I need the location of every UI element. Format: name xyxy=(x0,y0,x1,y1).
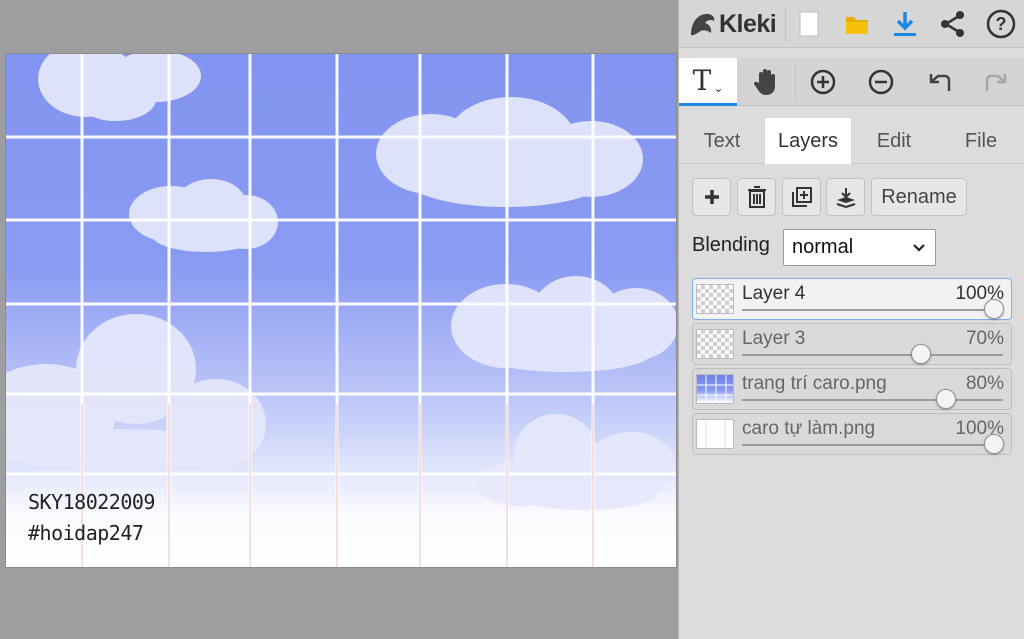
layer-name: Layer 4 xyxy=(742,283,806,304)
help-icon[interactable]: ? xyxy=(981,4,1021,44)
layer-name: trang trí caro.png xyxy=(742,373,887,394)
open-folder-icon[interactable] xyxy=(837,4,877,44)
opacity-slider-track[interactable] xyxy=(742,309,1003,311)
layer-thumbnail xyxy=(696,284,734,314)
redo-button[interactable] xyxy=(973,58,1021,106)
rename-label: Rename xyxy=(881,185,957,208)
blending-value: normal xyxy=(792,236,854,258)
chevron-down-icon[interactable]: ⌄ xyxy=(713,81,723,95)
layer-thumbnail xyxy=(696,419,734,449)
side-panel: Kleki ? T ⌄ Text Layers Edit File Rename… xyxy=(678,0,1024,639)
plus-icon xyxy=(704,190,719,204)
undo-icon xyxy=(929,74,951,91)
undo-button[interactable] xyxy=(915,58,963,106)
app-name: Kleki xyxy=(719,9,777,38)
drawing-canvas[interactable]: SKY18022009 #hoidap247 xyxy=(6,54,676,567)
share-icon[interactable] xyxy=(933,4,973,44)
opacity-slider-track[interactable] xyxy=(742,444,1003,446)
zoom-in-button[interactable] xyxy=(799,58,847,106)
toolbar: T ⌄ xyxy=(679,58,1024,106)
tab-text[interactable]: Text xyxy=(679,118,765,164)
opacity-slider-handle[interactable] xyxy=(984,434,1004,454)
trash-icon xyxy=(747,186,766,208)
text-tool-icon: T xyxy=(692,64,712,97)
duplicate-icon xyxy=(791,187,812,207)
top-bar: Kleki ? xyxy=(679,0,1024,48)
tab-file[interactable]: File xyxy=(937,118,1024,164)
opacity-slider-track[interactable] xyxy=(742,354,1003,356)
kleki-logo-icon xyxy=(691,13,715,36)
layer-opacity: 80% xyxy=(965,373,1004,394)
new-file-icon[interactable] xyxy=(789,4,829,44)
tab-edit[interactable]: Edit xyxy=(851,118,937,164)
merge-down-icon xyxy=(836,188,855,208)
canvas-area[interactable]: SKY18022009 #hoidap247 xyxy=(0,0,678,639)
layer-thumbnail xyxy=(696,374,734,404)
zoom-out-button[interactable] xyxy=(857,58,905,106)
add-layer-button[interactable] xyxy=(692,178,731,216)
duplicate-layer-button[interactable] xyxy=(782,178,821,216)
signature-line-2: #hoidap247 xyxy=(28,521,144,545)
chevron-down-icon xyxy=(913,244,925,252)
opacity-slider-handle[interactable] xyxy=(936,389,956,409)
layer-name: caro tự làm.png xyxy=(742,418,876,439)
layer-opacity: 70% xyxy=(965,328,1004,349)
divider xyxy=(795,64,796,100)
svg-text:?: ? xyxy=(996,14,1007,34)
layer-item-layer-3[interactable]: Layer 3 70% xyxy=(692,323,1012,365)
blending-label: Blending xyxy=(692,234,770,256)
opacity-slider-handle[interactable] xyxy=(984,299,1004,319)
opacity-slider-track[interactable] xyxy=(742,399,1003,401)
layer-item-trang-tri-caro[interactable]: trang trí caro.png 80% xyxy=(692,368,1012,410)
tab-layers[interactable]: Layers xyxy=(765,118,851,164)
text-tool-button[interactable]: T ⌄ xyxy=(679,58,737,106)
layer-item-layer-4[interactable]: Layer 4 100% xyxy=(692,278,1012,320)
download-icon[interactable] xyxy=(885,4,925,44)
cloud-4 xyxy=(451,276,676,372)
hand-icon xyxy=(753,69,775,95)
panel-tabs: Text Layers Edit File xyxy=(679,116,1024,164)
delete-layer-button[interactable] xyxy=(737,178,776,216)
divider xyxy=(785,6,786,42)
blending-select[interactable]: normal xyxy=(783,229,936,266)
redo-icon xyxy=(985,74,1007,91)
opacity-slider-handle[interactable] xyxy=(911,344,931,364)
layer-name: Layer 3 xyxy=(742,328,806,349)
zoom-in-icon xyxy=(810,69,836,95)
merge-down-button[interactable] xyxy=(826,178,865,216)
zoom-out-icon xyxy=(868,69,894,95)
hand-tool-button[interactable] xyxy=(741,58,791,106)
kleki-logo[interactable]: Kleki xyxy=(687,6,777,42)
layer-thumbnail xyxy=(696,329,734,359)
rename-layer-button[interactable]: Rename xyxy=(871,178,967,216)
layer-item-caro-tu-lam[interactable]: caro tự làm.png 100% xyxy=(692,413,1012,455)
signature-line-1: SKY18022009 xyxy=(28,490,155,514)
